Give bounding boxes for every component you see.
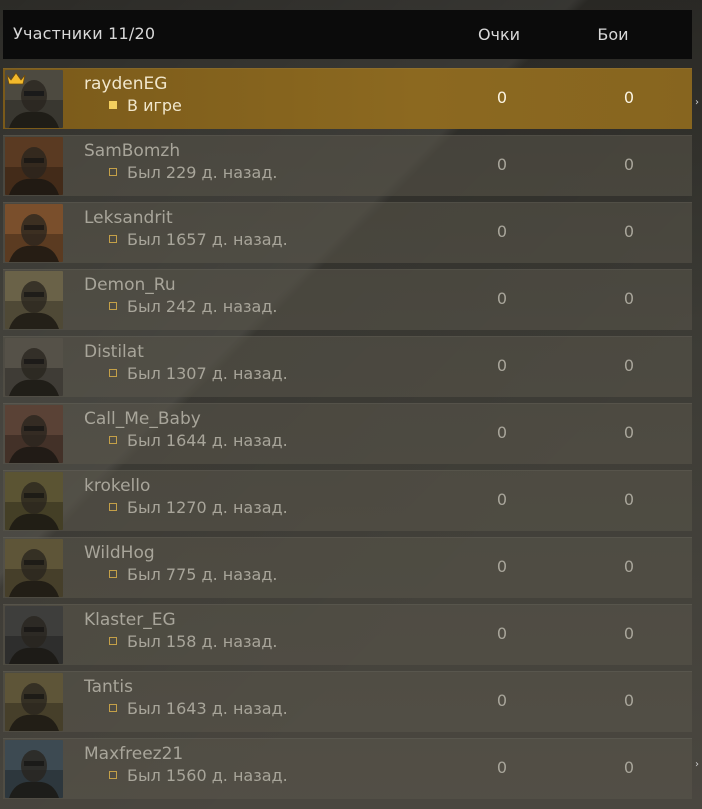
battles-column-header[interactable]: Бои (568, 25, 658, 44)
member-row[interactable]: Demon_Ru Был 242 д. назад. 0 0 (3, 269, 692, 330)
member-points: 0 (496, 758, 508, 777)
member-status: Был 1644 д. назад. (109, 431, 288, 450)
member-avatar[interactable] (5, 539, 63, 597)
offline-status-icon (109, 168, 117, 176)
member-name[interactable]: raydenEG (84, 74, 167, 94)
member-avatar[interactable] (5, 673, 63, 731)
offline-status-icon (109, 637, 117, 645)
member-name[interactable]: SamBomzh (84, 141, 180, 161)
points-column-header[interactable]: Очки (454, 25, 544, 44)
member-row[interactable]: krokello Был 1270 д. назад. 0 0 (3, 470, 692, 531)
member-status-text: Был 1643 д. назад. (127, 699, 288, 718)
member-points: 0 (496, 557, 508, 576)
member-status: Был 1270 д. назад. (109, 498, 288, 517)
member-row[interactable]: Distilat Был 1307 д. назад. 0 0 (3, 336, 692, 397)
offline-status-icon (109, 235, 117, 243)
member-name[interactable]: Leksandrit (84, 208, 173, 228)
crown-icon (6, 72, 26, 85)
member-status: Был 158 д. назад. (109, 632, 278, 651)
member-points: 0 (496, 490, 508, 509)
member-status-text: Был 1644 д. назад. (127, 431, 288, 450)
member-points: 0 (496, 624, 508, 643)
offline-status-icon (109, 771, 117, 779)
member-status: Был 1657 д. назад. (109, 230, 288, 249)
member-points: 0 (496, 88, 508, 107)
member-points: 0 (496, 222, 508, 241)
member-avatar[interactable] (5, 204, 63, 262)
member-status-text: Был 775 д. назад. (127, 565, 278, 584)
member-points: 0 (496, 155, 508, 174)
member-status: В игре (109, 96, 182, 115)
member-row[interactable]: SamBomzh Был 229 д. назад. 0 0 (3, 135, 692, 196)
member-name[interactable]: Call_Me_Baby (84, 409, 201, 429)
member-status-text: Был 158 д. назад. (127, 632, 278, 651)
member-points: 0 (496, 356, 508, 375)
member-status-text: Был 1270 д. назад. (127, 498, 288, 517)
member-row[interactable]: Call_Me_Baby Был 1644 д. назад. 0 0 (3, 403, 692, 464)
member-name[interactable]: krokello (84, 476, 150, 496)
member-avatar[interactable] (5, 338, 63, 396)
members-header: Участники 11/20 Очки Бои (3, 10, 692, 59)
offline-status-icon (109, 369, 117, 377)
offline-status-icon (109, 570, 117, 578)
member-status-text: В игре (127, 96, 182, 115)
scroll-up-icon[interactable]: › (695, 98, 701, 108)
member-avatar[interactable] (5, 405, 63, 463)
member-avatar[interactable] (5, 137, 63, 195)
member-status-text: Был 1560 д. назад. (127, 766, 288, 785)
member-avatar[interactable] (5, 606, 63, 664)
member-status-text: Был 1657 д. назад. (127, 230, 288, 249)
member-battles: 0 (623, 758, 635, 777)
members-panel: Участники 11/20 Очки Бои raydenEG В игре 0… (0, 0, 702, 809)
member-status: Был 1307 д. назад. (109, 364, 288, 383)
member-avatar[interactable] (5, 271, 63, 329)
member-row[interactable]: Klaster_EG Был 158 д. назад. 0 0 (3, 604, 692, 665)
member-status-text: Был 1307 д. назад. (127, 364, 288, 383)
member-battles: 0 (623, 490, 635, 509)
member-battles: 0 (623, 155, 635, 174)
member-points: 0 (496, 691, 508, 710)
member-row[interactable]: raydenEG В игре 0 0 (3, 68, 692, 129)
offline-status-icon (109, 436, 117, 444)
member-battles: 0 (623, 222, 635, 241)
member-battles: 0 (623, 88, 635, 107)
member-status-text: Был 242 д. назад. (127, 297, 278, 316)
member-points: 0 (496, 423, 508, 442)
offline-status-icon (109, 704, 117, 712)
scroll-down-icon[interactable]: › (695, 760, 701, 770)
member-avatar[interactable] (5, 740, 63, 798)
member-name[interactable]: Demon_Ru (84, 275, 176, 295)
members-title: Участники 11/20 (13, 24, 156, 43)
member-status: Был 1560 д. назад. (109, 766, 288, 785)
member-status: Был 775 д. назад. (109, 565, 278, 584)
member-name[interactable]: WildHog (84, 543, 155, 563)
member-row[interactable]: Maxfreez21 Был 1560 д. назад. 0 0 (3, 738, 692, 799)
member-avatar[interactable] (5, 472, 63, 530)
member-name[interactable]: Klaster_EG (84, 610, 176, 630)
member-battles: 0 (623, 624, 635, 643)
member-battles: 0 (623, 289, 635, 308)
member-status: Был 229 д. назад. (109, 163, 278, 182)
offline-status-icon (109, 302, 117, 310)
member-name[interactable]: Maxfreez21 (84, 744, 183, 764)
member-row[interactable]: WildHog Был 775 д. назад. 0 0 (3, 537, 692, 598)
member-row[interactable]: Leksandrit Был 1657 д. назад. 0 0 (3, 202, 692, 263)
offline-status-icon (109, 503, 117, 511)
online-status-icon (109, 101, 117, 109)
member-battles: 0 (623, 423, 635, 442)
member-battles: 0 (623, 356, 635, 375)
member-name[interactable]: Tantis (84, 677, 133, 697)
member-battles: 0 (623, 557, 635, 576)
member-status: Был 1643 д. назад. (109, 699, 288, 718)
member-status: Был 242 д. назад. (109, 297, 278, 316)
member-name[interactable]: Distilat (84, 342, 144, 362)
member-row[interactable]: Tantis Был 1643 д. назад. 0 0 (3, 671, 692, 732)
member-points: 0 (496, 289, 508, 308)
member-battles: 0 (623, 691, 635, 710)
member-status-text: Был 229 д. назад. (127, 163, 278, 182)
